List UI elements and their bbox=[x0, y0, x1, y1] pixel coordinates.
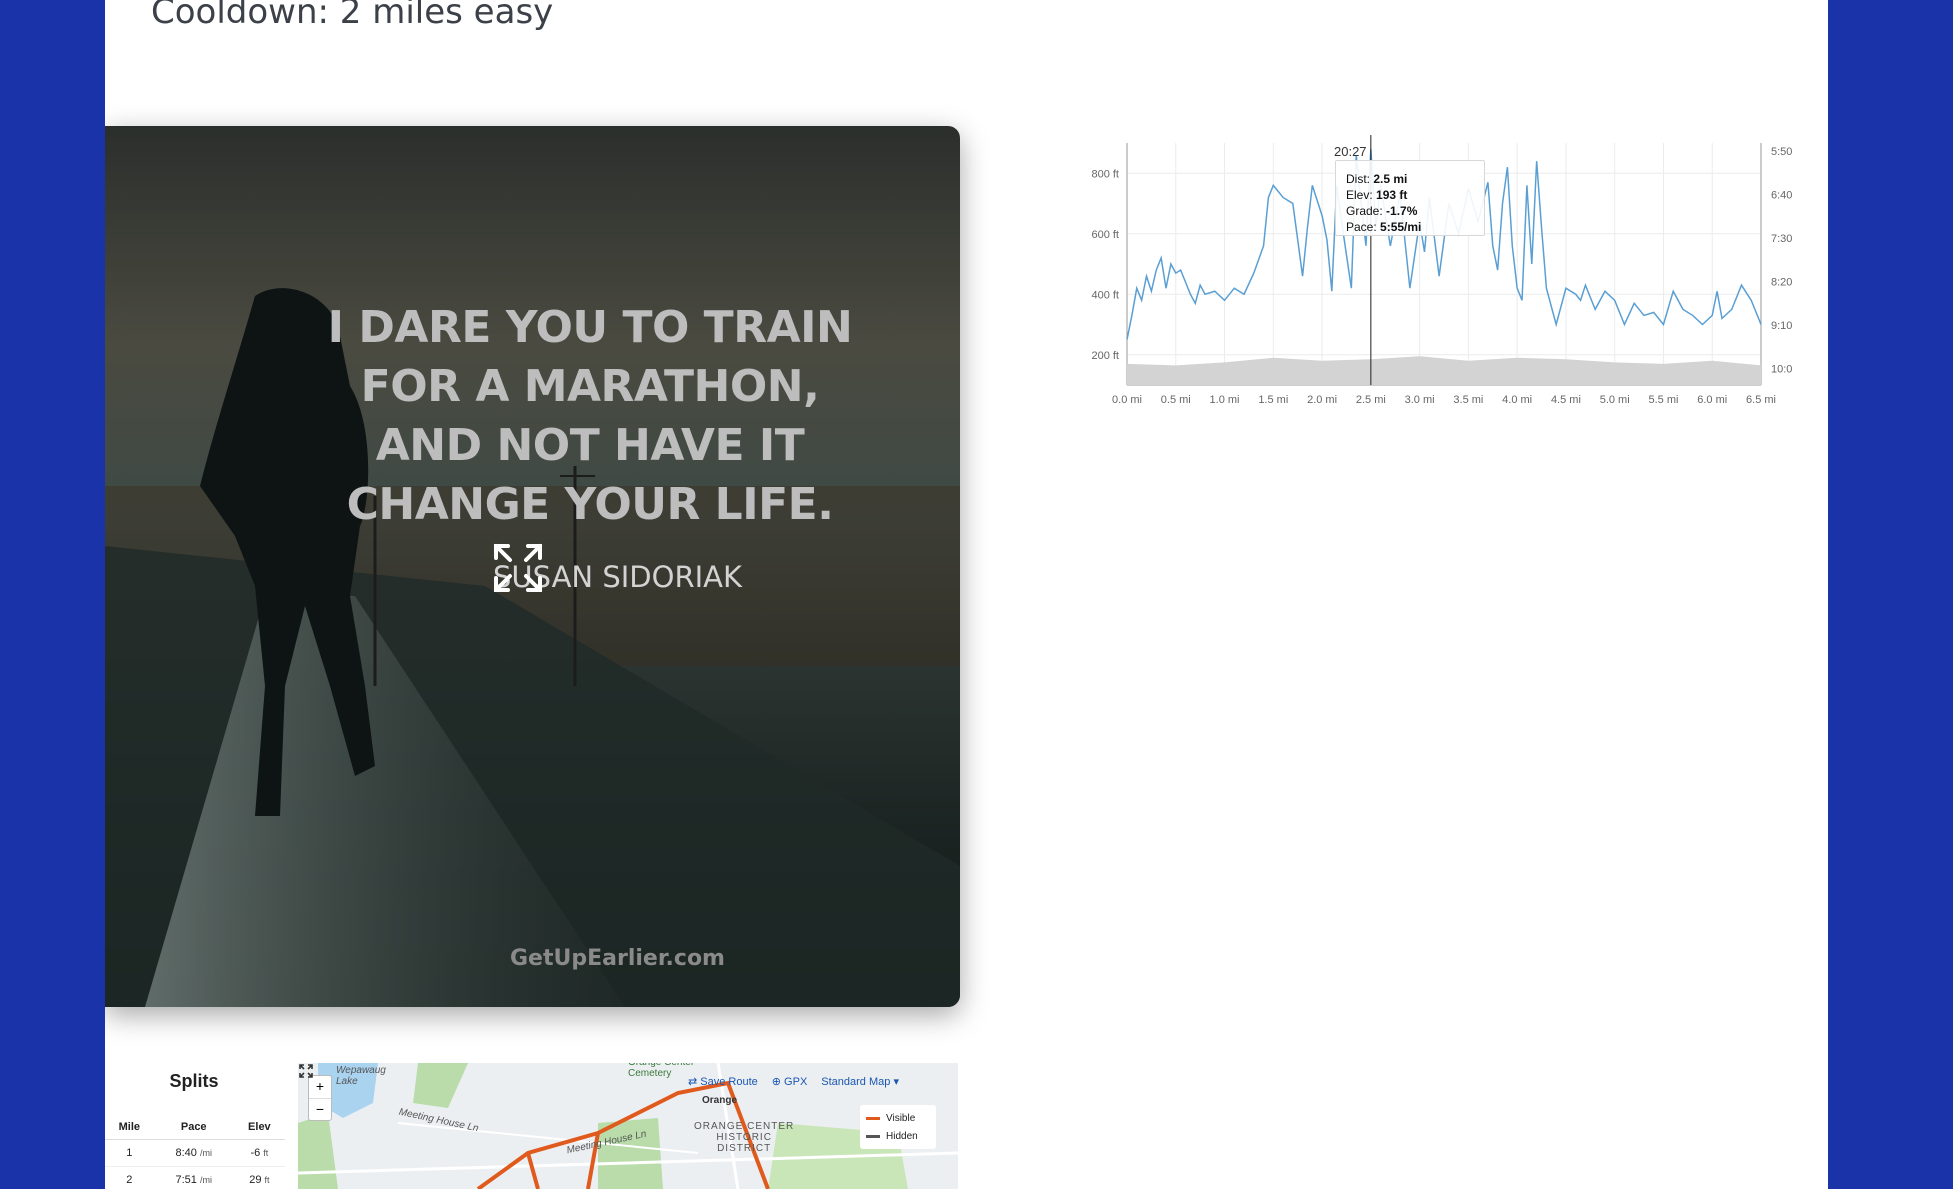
gpx-button[interactable]: ⊕ GPX bbox=[772, 1075, 808, 1093]
x-tick-label: 3.5 mi bbox=[1453, 394, 1483, 406]
y-tick-label: 200 ft bbox=[1091, 350, 1119, 362]
x-tick-label: 0.0 mi bbox=[1112, 394, 1142, 406]
y-right-tick-label: 6:40 bbox=[1771, 190, 1792, 202]
splits-table: Mile Pace Elev 1 8:40 /mi -6 ft 2 7:51 /… bbox=[105, 1115, 285, 1189]
splits-panel: Splits Mile Pace Elev 1 8:40 /mi -6 ft 2… bbox=[105, 1063, 297, 1189]
elevation-area bbox=[1127, 356, 1761, 385]
map-label-town: Orange bbox=[702, 1095, 738, 1106]
chart-tooltip: Dist: 2.5 mi Elev: 193 ft Grade: -1.7% P… bbox=[1335, 160, 1485, 236]
x-tick-label: 3.0 mi bbox=[1405, 394, 1435, 406]
cooldown-text: Cooldown: 2 miles easy bbox=[151, 0, 554, 32]
y-tick-label: 600 ft bbox=[1091, 229, 1119, 241]
tooltip-dist: 2.5 mi bbox=[1373, 172, 1408, 186]
zoom-in-button[interactable]: + bbox=[309, 1076, 331, 1099]
x-tick-label: 2.5 mi bbox=[1356, 394, 1386, 406]
tooltip-grade-label: Grade: bbox=[1346, 204, 1383, 218]
fullscreen-icon[interactable] bbox=[298, 1063, 314, 1079]
y-right-tick-label: 9:10 bbox=[1771, 320, 1792, 332]
split-pace: 8:40 /mi bbox=[153, 1139, 234, 1167]
tooltip-grade: -1.7% bbox=[1386, 204, 1418, 218]
tooltip-elev: 193 ft bbox=[1376, 188, 1408, 202]
y-right-tick-label: 8:20 bbox=[1771, 277, 1792, 289]
x-tick-label: 0.5 mi bbox=[1161, 394, 1191, 406]
y-right-tick-label: 5:50 bbox=[1771, 146, 1792, 158]
y-right-tick-label: 10:0 bbox=[1771, 364, 1792, 376]
x-tick-label: 2.0 mi bbox=[1307, 394, 1337, 406]
marathon-quote-image[interactable]: I DARE YOU TO TRAIN FOR A MARATHON, AND … bbox=[105, 126, 960, 1007]
poster-site: GetUpEarlier.com bbox=[510, 946, 725, 971]
map-label-district: ORANGE CENTER HISTORIC DISTRICT bbox=[694, 1121, 795, 1154]
split-elev: -6 ft bbox=[233, 1139, 285, 1167]
tooltip-time: 20:27 bbox=[1334, 144, 1367, 159]
tooltip-dist-label: Dist: bbox=[1346, 172, 1370, 186]
tooltip-pace-label: Pace: bbox=[1346, 220, 1377, 234]
split-elev: 29 ft bbox=[233, 1166, 285, 1189]
route-icon: ⇄ bbox=[688, 1076, 698, 1088]
poster-quote: I DARE YOU TO TRAIN FOR A MARATHON, AND … bbox=[327, 302, 853, 530]
split-pace: 7:51 /mi bbox=[153, 1166, 234, 1189]
y-tick-label: 400 ft bbox=[1091, 289, 1119, 301]
map-label-cemetery: Orange Center Cemetery bbox=[628, 1063, 694, 1079]
route-map[interactable]: Wepawaug Lake Meeting House Ln Meeting H… bbox=[298, 1063, 958, 1189]
map-legend: Visible Hidden bbox=[860, 1105, 936, 1149]
splits-header-elev: Elev bbox=[233, 1115, 285, 1140]
y-right-tick-label: 7:30 bbox=[1771, 233, 1792, 245]
tooltip-pace: 5:55/mi bbox=[1380, 220, 1422, 234]
chevron-down-icon: ▾ bbox=[893, 1076, 899, 1088]
zoom-control: + − bbox=[308, 1075, 332, 1121]
table-row: 1 8:40 /mi -6 ft bbox=[105, 1139, 285, 1167]
map-style-select[interactable]: Standard Map ▾ bbox=[821, 1075, 899, 1093]
x-tick-label: 6.0 mi bbox=[1697, 394, 1727, 406]
map-label-lake: Wepawaug Lake bbox=[336, 1065, 386, 1087]
tooltip-elev-label: Elev: bbox=[1346, 188, 1373, 202]
x-tick-label: 6.5 mi bbox=[1746, 394, 1776, 406]
splits-title: Splits bbox=[169, 1071, 219, 1091]
splits-header-pace: Pace bbox=[153, 1115, 234, 1140]
download-icon: ⊕ bbox=[771, 1076, 781, 1088]
x-tick-label: 1.0 mi bbox=[1210, 394, 1240, 406]
x-tick-label: 4.5 mi bbox=[1551, 394, 1581, 406]
x-tick-label: 4.0 mi bbox=[1502, 394, 1532, 406]
split-mile: 2 bbox=[105, 1166, 154, 1189]
legend-hidden[interactable]: Hidden bbox=[866, 1127, 930, 1145]
zoom-out-button[interactable]: − bbox=[309, 1099, 331, 1121]
x-tick-label: 5.5 mi bbox=[1648, 394, 1678, 406]
map-toolbar: ⇄ Save Route ⊕ GPX Standard Map ▾ bbox=[688, 1075, 899, 1093]
table-row: 2 7:51 /mi 29 ft bbox=[105, 1166, 285, 1189]
x-tick-label: 5.0 mi bbox=[1600, 394, 1630, 406]
y-tick-label: 800 ft bbox=[1091, 168, 1119, 180]
page-content: Cooldown: 2 miles easy I DARE YOU TO TRA… bbox=[105, 0, 1828, 1189]
expand-arrows-icon[interactable] bbox=[490, 540, 546, 596]
x-tick-label: 1.5 mi bbox=[1258, 394, 1288, 406]
legend-visible[interactable]: Visible bbox=[866, 1109, 930, 1127]
splits-header-mile: Mile bbox=[105, 1115, 154, 1140]
split-mile: 1 bbox=[105, 1139, 154, 1167]
save-route-button[interactable]: ⇄ Save Route bbox=[688, 1075, 758, 1093]
